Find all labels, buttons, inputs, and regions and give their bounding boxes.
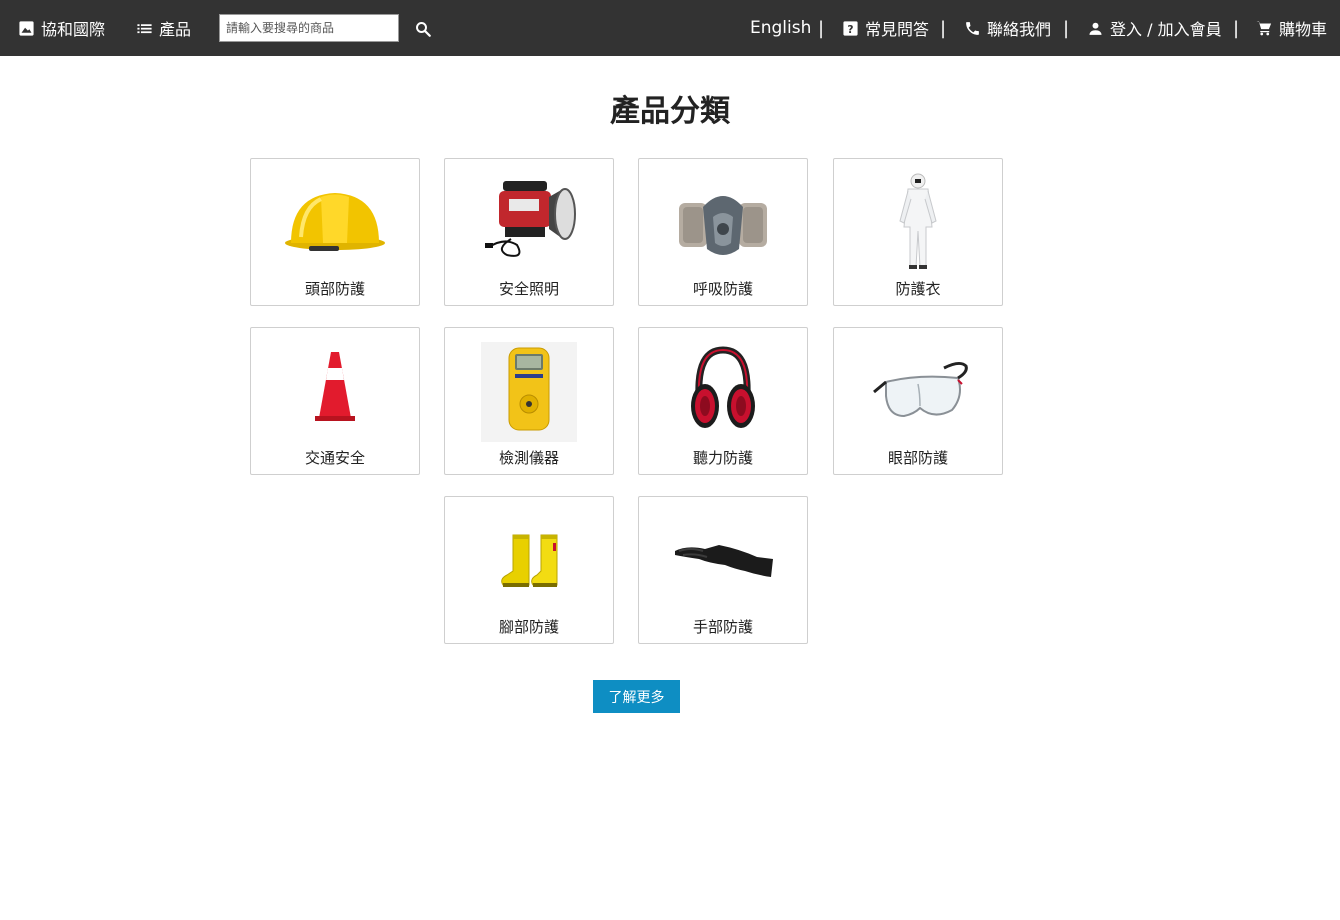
search-input[interactable] [219,14,399,42]
category-label: 眼部防護 [887,449,948,467]
category-card-safety-lighting[interactable]: 安全照明 [444,158,614,306]
gas-detector-icon [481,342,577,442]
search-button[interactable] [412,18,434,40]
login-link[interactable]: 登入 / 加入會員 [1086,0,1222,56]
category-label: 防護衣 [895,280,941,298]
rubber-boots-icon [501,534,558,587]
list-icon [135,19,153,37]
category-card-hand-protection[interactable]: 手部防護 [638,496,808,644]
glove-icon [675,545,773,577]
category-card-respiratory-protection[interactable]: 呼吸防護 [638,158,808,306]
category-label: 呼吸防護 [692,280,753,298]
hard-hat-icon [285,193,385,251]
category-card-detection-instruments[interactable]: 檢測儀器 [444,327,614,475]
category-card-eye-protection[interactable]: 眼部防護 [833,327,1003,475]
learn-more-button[interactable]: 了解更多 [593,680,680,713]
contact-link[interactable]: 聯絡我們 [963,0,1051,56]
category-card-traffic-safety[interactable]: 交通安全 [250,327,420,475]
category-label: 腳部防護 [498,618,559,636]
login-label: 登入 / 加入會員 [1110,20,1222,39]
image-icon [17,19,35,37]
category-card-foot-protection[interactable]: 腳部防護 [444,496,614,644]
separator: | [1063,17,1070,39]
category-label: 聽力防護 [692,449,753,467]
traffic-cone-icon [315,352,355,421]
faq-label: 常見問答 [865,20,930,39]
faq-link[interactable]: ? 常見問答 [841,0,929,56]
category-label: 檢測儀器 [498,449,559,467]
category-label: 安全照明 [498,280,559,298]
svg-text:?: ? [847,22,853,35]
phone-icon [963,19,981,37]
language-link[interactable]: English [750,0,811,56]
separator: | [818,17,825,39]
contact-label: 聯絡我們 [987,20,1052,39]
cart-link[interactable]: 購物車 [1255,0,1327,56]
separator: | [1233,17,1240,39]
language-label: English [750,18,812,38]
category-label: 頭部防護 [304,280,365,298]
category-card-head-protection[interactable]: 頭部防護 [250,158,420,306]
spotlight-icon [485,181,576,257]
brand-link[interactable]: 協和國際 [17,0,105,56]
category-label: 交通安全 [304,449,365,467]
products-label: 產品 [159,20,192,39]
search-icon [416,22,431,37]
help-icon: ? [841,19,859,37]
coverall-icon [899,173,937,269]
earmuffs-icon [691,346,755,428]
safety-glasses-icon [873,361,968,418]
person-icon [1086,19,1104,37]
cart-label: 購物車 [1279,20,1328,39]
separator: | [940,17,947,39]
category-card-hearing-protection[interactable]: 聽力防護 [638,327,808,475]
top-navigation-bar: 協和國際 產品 English | ? 常見問答 | 聯絡我們 | 登入 / 加… [0,0,1340,56]
page-title: 產品分類 [610,94,730,129]
cart-icon [1255,19,1273,37]
products-menu[interactable]: 產品 [135,0,191,56]
category-label: 手部防護 [692,618,753,636]
respirator-icon [679,196,767,255]
category-card-protective-clothing[interactable]: 防護衣 [833,158,1003,306]
brand-name: 協和國際 [41,20,106,39]
